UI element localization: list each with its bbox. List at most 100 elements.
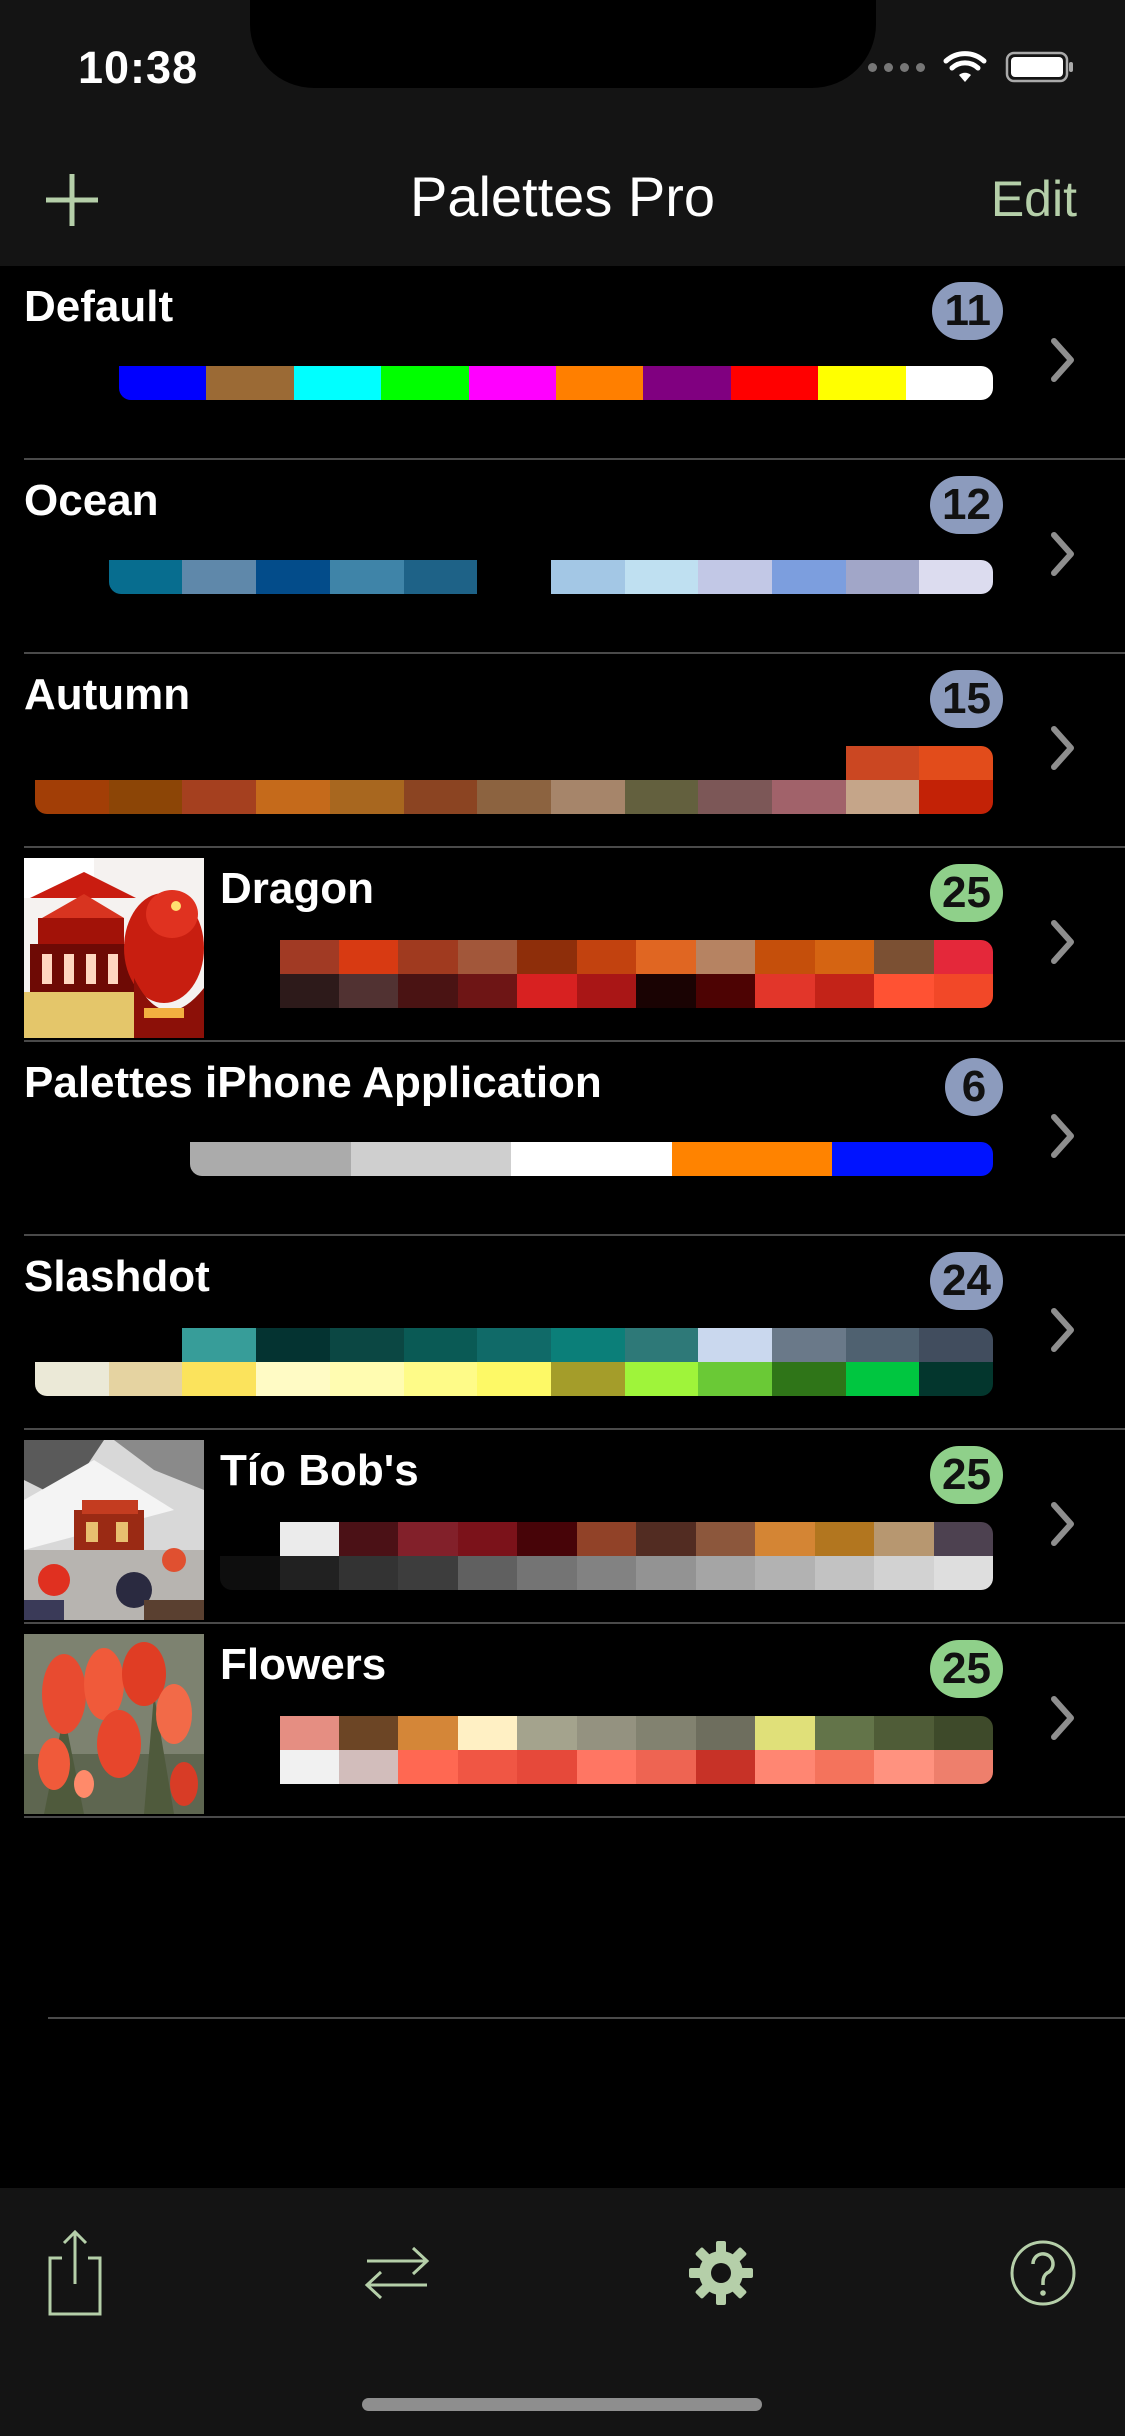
color-swatch: [220, 1556, 280, 1590]
palette-row[interactable]: Default 11: [24, 266, 1125, 460]
color-swatch: [576, 1522, 637, 1556]
color-swatch: [845, 560, 920, 594]
color-count-badge: 25: [930, 1640, 1003, 1698]
color-swatch: [643, 366, 731, 400]
status-bar: 10:38: [0, 0, 1125, 132]
color-swatch: [814, 1716, 875, 1750]
color-count-badge: 24: [930, 1252, 1003, 1310]
color-swatch: [671, 1142, 833, 1176]
share-button[interactable]: [30, 2228, 120, 2318]
color-swatch: [845, 1328, 920, 1362]
color-count-badge: 25: [930, 864, 1003, 922]
color-swatch: [403, 780, 478, 814]
color-swatch: [517, 1522, 577, 1556]
cafe-photo: [24, 1440, 204, 1620]
color-swatch: [339, 940, 399, 974]
color-swatch: [698, 1328, 772, 1362]
color-swatch: [35, 780, 109, 814]
color-swatch: [814, 974, 875, 1008]
color-swatch: [256, 1362, 330, 1396]
color-swatch: [624, 1362, 699, 1396]
chevron-right-icon: [1051, 920, 1074, 964]
color-swatch-strip: [108, 560, 993, 594]
color-swatch: [550, 1328, 625, 1362]
color-swatch: [624, 1328, 699, 1362]
color-swatch: [755, 974, 815, 1008]
color-swatch: [190, 1142, 351, 1176]
color-swatch: [108, 1362, 183, 1396]
color-swatch: [398, 940, 458, 974]
color-swatch: [814, 940, 875, 974]
color-swatch: [933, 940, 993, 974]
color-swatch: [398, 1750, 458, 1784]
color-swatch: [730, 366, 819, 400]
color-swatch: [576, 1556, 637, 1590]
color-swatch: [381, 366, 469, 400]
color-swatch: [624, 560, 699, 594]
color-count-badge: 15: [930, 670, 1003, 728]
color-swatch: [933, 1750, 993, 1784]
color-swatch: [919, 1362, 993, 1396]
color-swatch: [845, 1362, 920, 1396]
palette-row[interactable]: Tío Bob's 25: [24, 1430, 1125, 1624]
swap-button[interactable]: [352, 2228, 442, 2318]
color-swatch-strip: [119, 366, 993, 400]
color-swatch: [698, 780, 772, 814]
color-swatch: [771, 780, 846, 814]
color-swatch: [220, 974, 280, 1008]
color-swatch: [279, 1556, 340, 1590]
color-swatch: [771, 1328, 846, 1362]
settings-button[interactable]: [676, 2228, 766, 2318]
color-swatch: [279, 1522, 340, 1556]
color-swatch-strip: [35, 746, 993, 814]
color-swatch: [108, 560, 183, 594]
color-swatch: [350, 1142, 512, 1176]
palette-row[interactable]: Palettes iPhone Application 6: [24, 1042, 1125, 1236]
color-swatch: [35, 1362, 109, 1396]
color-swatch: [256, 1328, 330, 1362]
color-swatch: [933, 974, 993, 1008]
color-swatch: [206, 366, 294, 400]
color-swatch: [398, 1716, 458, 1750]
palette-name: Palettes iPhone Application: [24, 1058, 602, 1107]
color-swatch: [933, 1556, 993, 1590]
palette-row[interactable]: Dragon 25: [24, 848, 1125, 1042]
color-swatch: [517, 1556, 577, 1590]
color-count-badge: 12: [930, 476, 1003, 534]
color-swatch: [636, 1750, 696, 1784]
color-swatch: [339, 1522, 399, 1556]
color-swatch: [755, 1750, 815, 1784]
palette-row[interactable]: Slashdot 24: [24, 1236, 1125, 1430]
color-swatch: [556, 366, 644, 400]
help-icon: [1010, 2240, 1076, 2306]
edit-button[interactable]: Edit: [991, 170, 1077, 228]
color-swatch: [755, 940, 815, 974]
battery-icon: [1005, 51, 1073, 83]
color-swatch: [182, 560, 257, 594]
color-swatch: [576, 940, 637, 974]
palette-row[interactable]: Ocean 12: [24, 460, 1125, 654]
color-swatch: [576, 1750, 637, 1784]
color-swatch: [550, 1362, 625, 1396]
color-swatch: [550, 560, 625, 594]
palette-row[interactable]: Autumn 15: [24, 654, 1125, 848]
color-swatch: [403, 1362, 478, 1396]
color-swatch: [755, 1556, 815, 1590]
color-swatch: [517, 974, 577, 1008]
color-swatch: [695, 974, 756, 1008]
color-swatch: [576, 1716, 637, 1750]
color-swatch: [919, 780, 993, 814]
color-swatch: [933, 1716, 993, 1750]
wifi-icon: [943, 51, 987, 82]
color-swatch: [182, 1328, 257, 1362]
color-swatch: [398, 1556, 458, 1590]
help-button[interactable]: [998, 2228, 1088, 2318]
notch: [250, 0, 876, 88]
color-swatch: [339, 1750, 399, 1784]
palette-row[interactable]: Flowers 25: [24, 1624, 1125, 1818]
color-swatch: [220, 1750, 280, 1784]
color-swatch: [182, 1362, 257, 1396]
chevron-right-icon: [1051, 1696, 1074, 1740]
color-swatch: [477, 560, 551, 594]
color-swatch: [814, 1556, 875, 1590]
